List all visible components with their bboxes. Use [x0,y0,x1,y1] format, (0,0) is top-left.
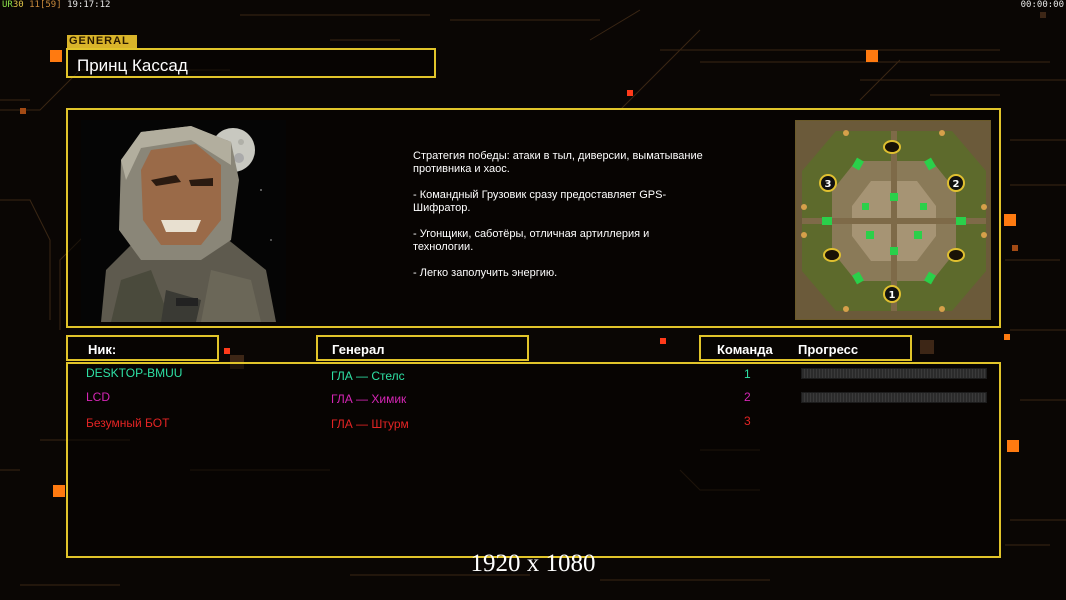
column-header-team: Команда Прогресс [699,335,912,361]
description-line-3: - Угонщики, саботёры, отличная артиллери… [413,228,650,253]
hud-timer: 00:00:00 [1020,0,1064,10]
player-progress-bar [801,392,987,403]
player-nick: DESKTOP-BMUU [86,366,183,380]
column-header-nick: Ник: [66,335,219,361]
player-nick: LCD [86,390,111,404]
team-header-label: Команда [717,342,773,357]
progress-header-label: Прогресс [798,342,859,357]
description-line-1: Стратегия победы: атаки в тыл, диверсии,… [413,150,703,175]
map-preview: 1 2 3 [795,120,991,320]
map-start-3: 3 [825,179,832,190]
general-title-box: Принц Кассад [66,48,436,78]
player-general: ГЛА — Стелс [331,369,405,383]
general-info-panel: Стратегия победы: атаки в тыл, диверсии,… [66,108,1001,328]
hud-version-value: 30 [12,0,24,10]
player-team: 3 [744,414,751,428]
column-header-general: Генерал [316,335,529,361]
player-nick: Безумный БОТ [86,416,170,430]
description-line-2: - Командный Грузовик сразу предоставляет… [413,189,667,214]
map-start-2: 2 [953,179,960,190]
hud-status: UR30 11[59] 19:17:12 [2,0,110,11]
resolution-label: 1920 x 1080 [470,550,596,577]
players-list: DESKTOP-BMUU ГЛА — Стелс 1 LCD ГЛА — Хим… [66,362,1001,558]
player-general: ГЛА — Штурм [331,417,409,431]
general-header-label: Генерал [332,342,385,357]
player-general: ГЛА — Химик [331,392,407,406]
general-description: Стратегия победы: атаки в тыл, диверсии,… [413,150,703,293]
description-line-4: - Легко заполучить энергию. [413,267,558,279]
hud-frame-count: 11 [29,0,40,10]
hud-frame-extra: [59] [39,0,62,10]
player-team: 2 [744,390,751,404]
nick-header-label: Ник: [88,342,117,357]
player-progress-bar [801,368,987,379]
general-portrait [81,120,286,322]
hud-clock: 19:17:12 [67,0,111,10]
hud-version-label: UR [2,0,13,10]
player-team: 1 [744,367,751,381]
map-start-1: 1 [889,290,896,301]
general-name: Принц Кассад [77,56,188,75]
general-tag: GENERAL [67,35,137,48]
